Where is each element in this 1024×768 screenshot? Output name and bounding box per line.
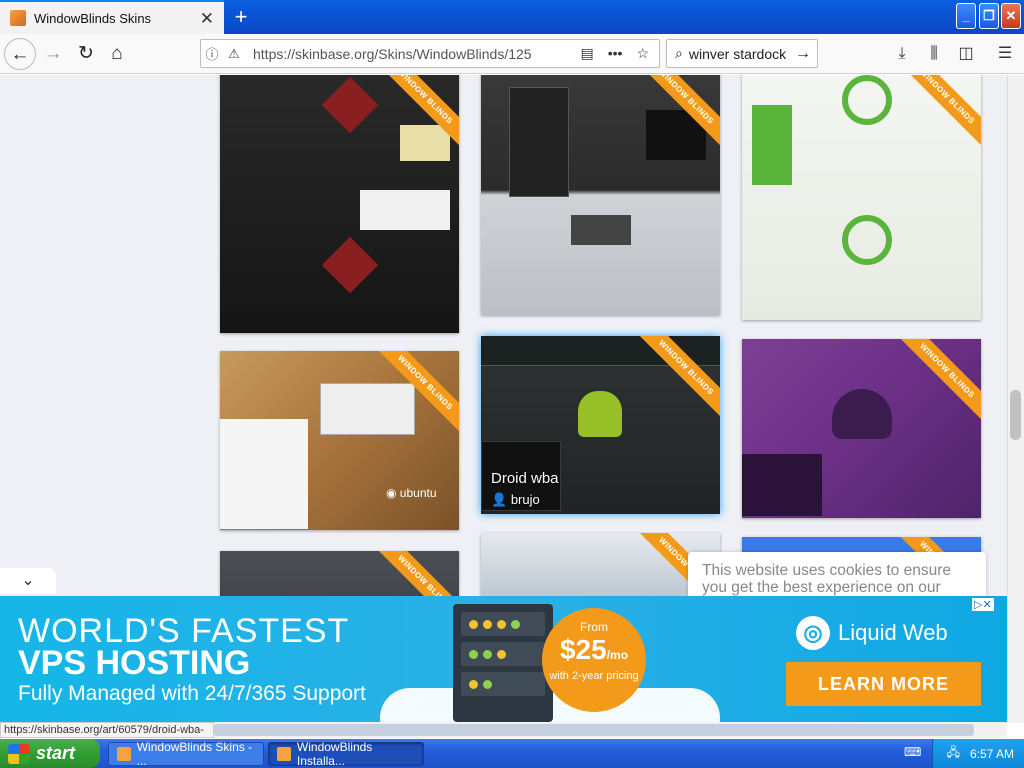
start-button[interactable]: start	[0, 739, 100, 768]
home-icon[interactable]: ⌂	[101, 38, 133, 70]
collapse-ad-button[interactable]: ⌄	[0, 568, 56, 594]
skin-preview-startmenu	[752, 105, 792, 185]
skin-preview-startmenu	[220, 419, 308, 529]
midori-logo-icon	[842, 75, 892, 125]
learn-more-button[interactable]: LEARN MORE	[786, 662, 981, 706]
windowblinds-ribbon: WINDOW BLINDS	[890, 339, 981, 428]
ubuntu-logo-icon: ◉ ubuntu	[386, 486, 437, 500]
windows-logo-icon	[8, 743, 30, 764]
skin-card-dark-gray[interactable]: WINDOW BLINDS	[481, 75, 720, 315]
skin-preview-startmenu	[509, 87, 569, 197]
price-badge: From $25/mo with 2-year pricing	[542, 608, 646, 712]
tab-title: WindowBlinds Skins	[34, 10, 152, 26]
skin-preview-startmenu	[742, 454, 822, 516]
skin-card-ubuntu[interactable]: ◉ ubuntu WINDOW BLINDS	[220, 351, 459, 530]
maximize-button[interactable]: ❐	[979, 3, 999, 29]
status-url: https://skinbase.org/art/60579/droid-wba…	[0, 722, 214, 738]
search-box[interactable]: ⌕ winver stardock →	[666, 39, 818, 68]
menu-icon[interactable]: ☰	[993, 42, 1017, 66]
cookie-text: This website uses cookies to ensure you …	[702, 562, 951, 596]
search-value[interactable]: winver stardock	[689, 46, 786, 62]
search-icon: ⌕	[675, 45, 683, 61]
task-label: WindowBlinds Skins - ...	[136, 740, 253, 768]
page-actions-icon[interactable]: •••	[608, 45, 623, 62]
windowblinds-ribbon: WINDOW BLINDS	[890, 75, 981, 154]
url-text[interactable]: https://skinbase.org/Skins/WindowBlinds/…	[253, 46, 580, 62]
ad-headline-bold: VPS HOSTING	[18, 644, 251, 682]
sidebar-icon[interactable]: ◫	[954, 42, 978, 66]
minimize-button[interactable]: _	[956, 3, 976, 29]
taskbar-item-windowblinds-skins[interactable]: WindowBlinds Skins - ...	[108, 740, 264, 768]
search-go-icon[interactable]: →	[795, 45, 811, 63]
cookie-banner: This website uses cookies to ensure you …	[688, 552, 986, 597]
new-tab-icon[interactable]: +	[228, 4, 254, 30]
android-robot-icon	[578, 391, 622, 437]
info-icon[interactable]: ⓘ	[201, 44, 223, 63]
horizontal-scrollbar[interactable]	[214, 722, 1007, 738]
favicon-icon	[10, 10, 26, 26]
skin-card-ravens[interactable]: WINDOW BLINDS	[742, 339, 981, 518]
skin-preview-window	[360, 190, 450, 230]
installer-icon	[277, 747, 291, 761]
liquid-web-mark-icon: ◎	[796, 616, 830, 650]
lock-warning-icon[interactable]: ⚠	[223, 46, 245, 62]
skin-preview-window	[320, 383, 415, 435]
price-sub: with 2-year pricing	[549, 670, 639, 682]
system-tray: 🖧 6:57 AM	[932, 739, 1024, 768]
library-icon[interactable]: ⫼	[922, 42, 946, 66]
skin-title[interactable]: Droid wba	[491, 470, 559, 487]
forward-icon[interactable]: →	[37, 38, 69, 70]
price-amount: $25/mo	[542, 634, 646, 666]
address-bar[interactable]: ⓘ ⚠ https://skinbase.org/Skins/WindowBli…	[200, 39, 660, 68]
raven-logo-icon	[832, 389, 892, 439]
skin-card-ace[interactable]: WINDOW BLINDS	[220, 75, 459, 333]
red-star-icon	[321, 76, 379, 134]
skin-preview-dialog	[571, 215, 631, 245]
skin-card-midori[interactable]: WINDOW BLINDS	[742, 75, 981, 320]
user-icon: 👤	[491, 492, 508, 507]
reader-view-icon[interactable]: ▤	[580, 45, 593, 62]
clock[interactable]: 6:57 AM	[970, 747, 1014, 761]
skin-author-name[interactable]: brujo	[511, 492, 540, 507]
start-label: start	[36, 743, 76, 763]
close-window-button[interactable]: ✕	[1001, 3, 1021, 29]
bookmark-star-icon[interactable]: ☆	[636, 45, 649, 62]
brand-name: Liquid Web	[838, 620, 948, 645]
reload-icon[interactable]: ↻	[70, 38, 102, 70]
liquid-web-logo: ◎ Liquid Web	[796, 616, 948, 650]
taskbar-item-windowblinds-installer[interactable]: WindowBlinds Installa...	[268, 740, 424, 768]
chevron-down-icon: ⌄	[21, 572, 35, 589]
skin-preview-window	[400, 125, 450, 161]
firefox-icon	[117, 747, 131, 761]
price-unit: /mo	[606, 648, 629, 662]
network-icon[interactable]: 🖧	[947, 743, 960, 764]
keyboard-icon[interactable]: ⌨	[904, 745, 922, 761]
server-rack-icon	[453, 604, 553, 722]
red-star-icon	[321, 236, 379, 294]
back-icon[interactable]: ←	[4, 38, 36, 70]
close-tab-icon[interactable]: ✕	[200, 9, 214, 29]
tab-windowblinds-skins[interactable]: WindowBlinds Skins ✕	[0, 0, 224, 34]
advertisement-banner[interactable]: WORLD'S FASTEST VPS HOSTING Fully Manage…	[0, 596, 1007, 722]
skin-author[interactable]: 👤 brujo	[491, 492, 540, 508]
price-value: $25	[559, 634, 607, 665]
vertical-scroll-thumb[interactable]	[1010, 390, 1021, 440]
midori-logo-icon	[842, 215, 892, 265]
horizontal-scroll-thumb[interactable]	[214, 724, 974, 736]
price-from: From	[580, 620, 608, 634]
adchoices-icon[interactable]: ▷✕	[972, 598, 994, 611]
task-label: WindowBlinds Installa...	[296, 740, 373, 768]
skin-card-droid-wba[interactable]: Droid wba 👤 brujo WINDOW BLINDS	[481, 336, 720, 514]
ad-subline: Fully Managed with 24/7/365 Support	[18, 682, 366, 705]
downloads-icon[interactable]: ⤓	[890, 42, 914, 66]
